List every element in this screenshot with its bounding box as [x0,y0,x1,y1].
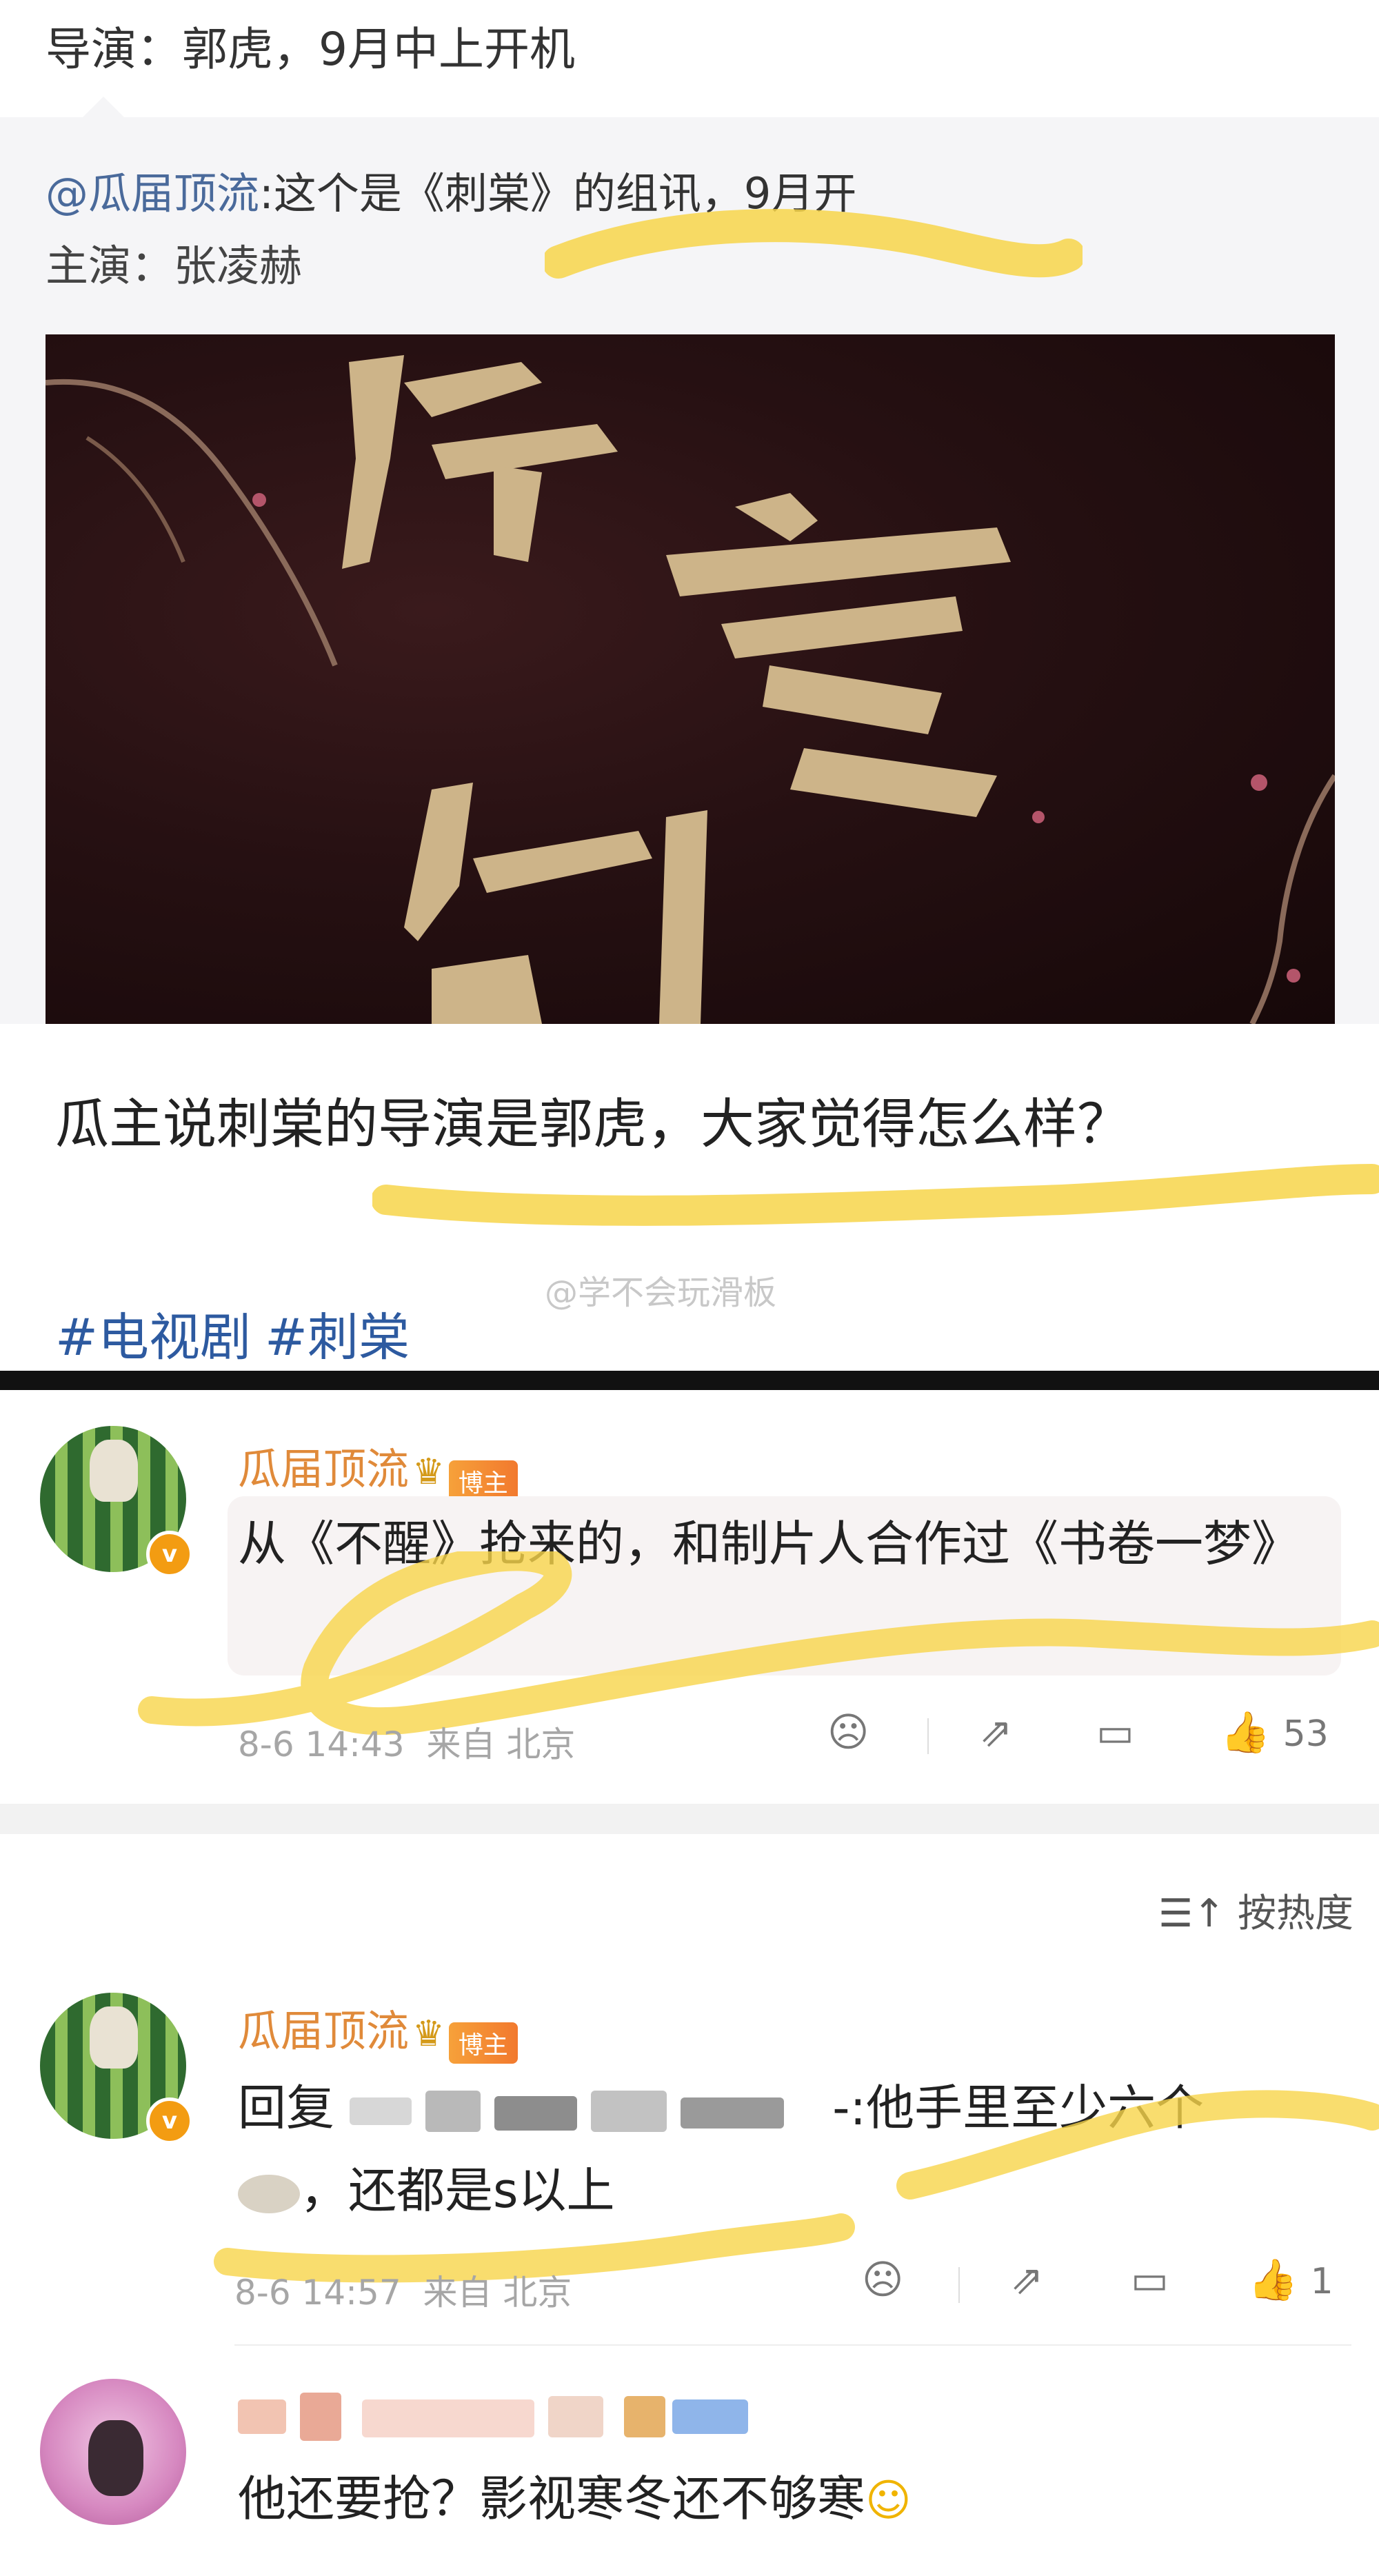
emoji-icon [238,2174,300,2213]
sort-icon: ☰↑ [1158,1891,1226,1936]
quote-text: :这个是《刺棠》的组讯，9月开 [259,168,857,219]
crown-icon: ♛ [412,2013,445,2055]
blogger-badge: 博主 [448,2022,518,2064]
avatar-figure [90,2006,138,2069]
like-count: 1 [1310,2261,1333,2302]
comment-text: 他还要抢？影视寒冬还不够寒☺ [238,2458,912,2542]
reply-text: -:他手里至少六个 [832,2080,1205,2136]
comment-line2: ，还都是s以上 [300,2162,615,2219]
section-gap [0,1804,1379,1834]
comment-header: 瓜届顶流 ♛ 博主 [238,1434,518,1502]
sort-button[interactable]: ☰↑ 按热度 [1158,1882,1353,1938]
comment-icon[interactable]: ▭ [1131,2256,1169,2303]
comment-text: 回复 -:他手里至少六个 [238,2067,1341,2149]
action-separator [927,1718,929,1754]
poster-image[interactable] [46,334,1335,1024]
comment-meta: 8-6 14:57 来自 北京 [234,2265,572,2315]
avatar-figure [90,1440,138,1502]
quote-notch [83,97,124,117]
like-count: 53 [1282,1713,1329,1755]
comment-time: 8-6 14:43 [238,1724,405,1764]
like-button[interactable]: 👍 1 [1248,2256,1333,2304]
sort-label: 按热度 [1237,1891,1353,1936]
avatar[interactable] [40,2379,186,2525]
quote-line2: 主演：张凌赫 [46,241,303,291]
thumbs-up-icon: 👍 [1248,2256,1298,2303]
sad-face-icon[interactable]: ☹ [827,1709,869,1755]
divider-bar [0,1371,1379,1390]
comment-location: 来自 北京 [426,1724,576,1764]
thumbs-up-icon: 👍 [1220,1709,1271,1755]
poster-art [46,355,1335,1024]
share-icon[interactable]: ⇗ [979,1709,1013,1755]
comment-meta: 8-6 14:43 来自 北京 [238,1717,575,1767]
comment-author[interactable]: 瓜届顶流 [238,1444,409,1494]
post-text: 瓜主说刺棠的导演是郭虎，大家觉得怎么样？ [55,1094,1131,1156]
post-tags: #电视剧 #刺棠 [55,1296,423,1370]
comment-text-line2: ，还都是s以上 [238,2150,614,2231]
sad-face-icon[interactable]: ☹ [862,2256,903,2303]
tag-link[interactable]: #电视剧 [55,1308,251,1367]
comment-time: 8-6 14:57 [234,2273,401,2313]
like-button[interactable]: 👍 53 [1220,1709,1329,1756]
comment-location: 来自 北京 [423,2273,572,2313]
verified-badge-icon: v [146,2097,193,2144]
comment-divider [234,2344,1351,2346]
comment-header: 瓜届顶流 ♛ 博主 [238,1996,518,2064]
reply-prefix: 回复 [238,2080,334,2136]
share-icon[interactable]: ⇗ [1010,2256,1044,2303]
crying-laughing-icon: ☺ [865,2475,912,2526]
comment-text: 从《不醒》抢来的，和制片人合作过《书卷一梦》 [238,1516,1300,1572]
action-separator [958,2267,960,2303]
blurred-author-name [238,2393,762,2441]
watermark: @学不会玩滑板 [545,1274,777,1312]
crown-icon: ♛ [412,1451,445,1493]
mention-link[interactable]: @瓜届顶流 [46,168,259,219]
verified-badge-icon: v [146,1531,193,1578]
blogger-badge: 博主 [448,1460,518,1502]
comment-author[interactable]: 瓜届顶流 [238,2006,409,2056]
top-text: 导演：郭虎，9月中上开机 [46,23,575,76]
quote-line1: @瓜届顶流:这个是《刺棠》的组讯，9月开 [46,159,856,221]
quoted-repost[interactable]: @瓜届顶流:这个是《刺棠》的组讯，9月开 主演：张凌赫 [0,97,1379,1024]
comment-body: 他还要抢？影视寒冬还不够寒 [238,2471,865,2527]
comment-icon[interactable]: ▭ [1096,1709,1134,1755]
blurred-username [350,2090,832,2132]
tag-link[interactable]: #刺棠 [265,1308,410,1367]
